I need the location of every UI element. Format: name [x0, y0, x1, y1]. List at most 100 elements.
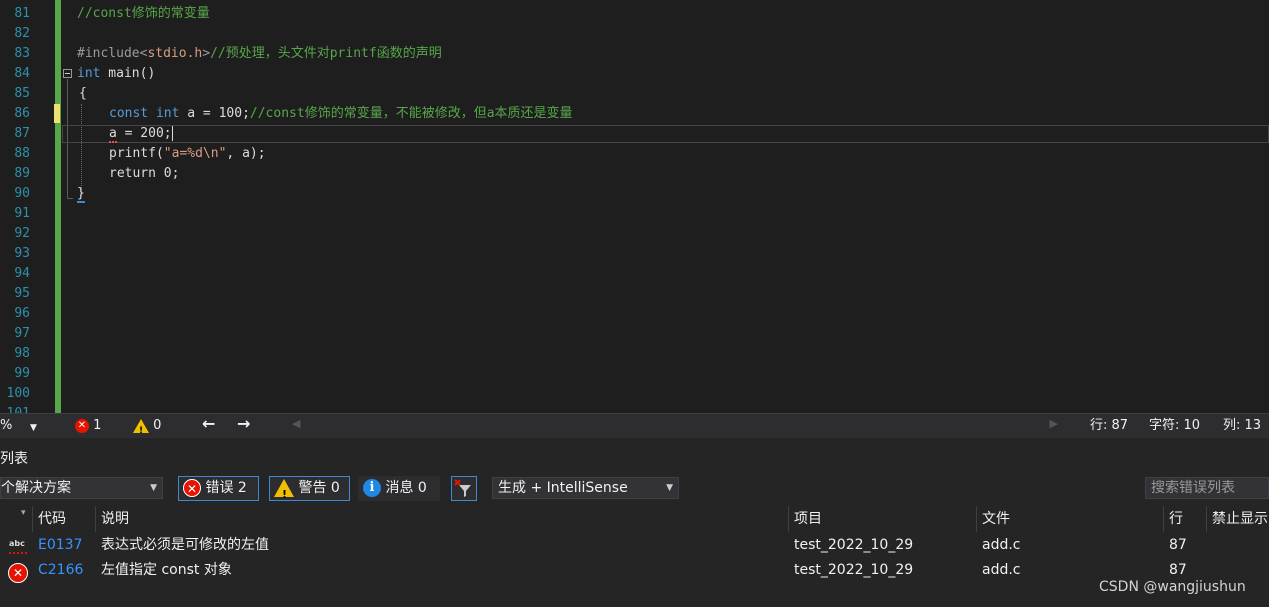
search-error-list-input[interactable]: 搜索错误列表: [1145, 477, 1269, 499]
column-header-suppression[interactable]: 禁止显示: [1207, 506, 1269, 532]
line-number: 95: [14, 286, 30, 301]
unsaved-change-marker: [54, 104, 60, 123]
error-line: 87: [1169, 537, 1187, 553]
line-number: 83: [14, 46, 30, 61]
nav-forward-icon[interactable]: →: [237, 415, 250, 433]
code-line-83: #include<stdio.h>//预处理，头文件对printf函数的声明: [77, 44, 442, 64]
string-literal: "a=%d\n": [163, 146, 227, 161]
error-list-toolbar: 个解决方案 ▼ ✕ 错误 2 ! 警告 0 i 消息 0 生成 + Intelli…: [0, 474, 1269, 504]
line-number: 85: [14, 86, 30, 101]
warnings-filter-button[interactable]: ! 警告 0: [269, 476, 350, 501]
messages-filter-button[interactable]: i 消息 0: [358, 476, 440, 501]
function-signature: main(): [100, 66, 156, 81]
column-header-file[interactable]: 文件: [977, 506, 1164, 532]
collapse-toggle-icon[interactable]: [63, 69, 72, 78]
scroll-left-icon[interactable]: ◀: [292, 417, 300, 430]
error-icon: ✕: [8, 561, 28, 586]
saved-change-bar: [55, 0, 61, 413]
line-number-gutter: 81 82 83 84 85 86 87 88 89 90 91 92 93 9…: [0, 0, 56, 413]
warning-count: 0: [153, 418, 162, 433]
line-number: 87: [14, 126, 30, 141]
column-indicator[interactable]: 列: 13: [1223, 417, 1261, 435]
watermark: CSDN @wangjiushun: [1099, 579, 1246, 595]
error-icon: ✕: [183, 479, 201, 497]
error-count: 1: [93, 418, 102, 433]
horizontal-scrollbar[interactable]: ◀ ▶: [290, 417, 1060, 435]
code-editor[interactable]: 81 82 83 84 85 86 87 88 89 90 91 92 93 9…: [0, 0, 1269, 413]
panel-title: 列表: [0, 451, 28, 467]
build-source-dropdown[interactable]: 生成 + IntelliSense ▼: [492, 477, 679, 499]
comment: //const修饰的常变量: [77, 6, 210, 21]
fold-guide-end: [67, 198, 73, 199]
code-line-86: const int a = 100;//const修饰的常变量，不能被修改，但a…: [109, 104, 573, 124]
table-row[interactable]: ✕ C2166 左值指定 const 对象 test_2022_10_29 ad…: [0, 558, 1269, 583]
arguments: , a);: [226, 146, 266, 161]
zoom-dropdown-icon[interactable]: ▼: [30, 419, 37, 437]
keyword: const: [109, 106, 149, 121]
comment: //const修饰的常变量，不能被修改，但a本质还是变量: [249, 106, 573, 121]
indent-guide: [81, 104, 82, 196]
error-code[interactable]: E0137: [33, 533, 82, 558]
code-line-87: a = 200;: [109, 124, 173, 144]
scroll-right-icon[interactable]: ▶: [1050, 417, 1058, 430]
warning-count-indicator[interactable]: ! 0: [133, 417, 162, 436]
code-line-88: printf("a=%d\n", a);: [109, 144, 266, 164]
line-number: 97: [14, 326, 30, 341]
column-header-description[interactable]: 说明: [96, 506, 789, 532]
line-number: 91: [14, 206, 30, 221]
error-file: add.c: [982, 562, 1021, 578]
column-header-line[interactable]: 行: [1164, 506, 1207, 532]
scope-dropdown[interactable]: 个解决方案 ▼: [0, 477, 163, 499]
error-squiggle-variable[interactable]: a: [109, 126, 117, 143]
sort-column-icon[interactable]: ▾: [0, 506, 33, 532]
error-list-header: ▾ 代码 说明 项目 文件 行 禁止显示: [0, 506, 1269, 532]
info-icon: i: [363, 479, 381, 497]
comment: //预处理，头文件对printf函数的声明: [210, 46, 442, 61]
char-indicator[interactable]: 字符: 10: [1149, 417, 1200, 435]
current-line-highlight: [62, 125, 1269, 143]
zoom-level[interactable]: %: [0, 417, 12, 435]
line-number: 94: [14, 266, 30, 281]
warnings-filter-label: 警告 0: [298, 480, 340, 496]
function-call: printf: [109, 146, 156, 161]
code-line-81: //const修饰的常变量: [77, 4, 210, 24]
include-file: stdio.h: [147, 46, 203, 61]
line-number: 82: [14, 26, 30, 41]
text-caret: [171, 126, 173, 141]
line-number: 100: [6, 386, 30, 401]
keyword: return: [109, 166, 156, 181]
code-line-84: int main(): [77, 64, 155, 84]
error-code[interactable]: C2166: [33, 558, 83, 583]
line-number: 88: [14, 146, 30, 161]
code-line-85: {: [79, 84, 87, 104]
open-brace: {: [79, 86, 87, 101]
messages-filter-label: 消息 0: [385, 480, 427, 496]
warning-icon: !: [274, 479, 294, 501]
error-project: test_2022_10_29: [794, 562, 914, 578]
error-description: 左值指定 const 对象: [101, 562, 232, 578]
error-project: test_2022_10_29: [794, 537, 914, 553]
filter-icon[interactable]: [451, 476, 477, 501]
line-number: 92: [14, 226, 30, 241]
preprocessor-directive: #include: [77, 46, 140, 61]
nav-back-icon[interactable]: ←: [202, 415, 215, 433]
errors-filter-label: 错误 2: [205, 480, 247, 496]
assignment: = 200;: [116, 126, 172, 141]
line-number: 99: [14, 366, 30, 381]
error-count-indicator[interactable]: ✕ 1: [75, 417, 101, 435]
errors-filter-button[interactable]: ✕ 错误 2: [178, 476, 259, 501]
build-source-label: 生成 + IntelliSense: [498, 480, 628, 496]
editor-status-strip: % ▼ ✕ 1 ! 0 ← → ◀ ▶ 行: 87 字符: 10 列: 13: [0, 413, 1269, 438]
declaration: a = 100;: [179, 106, 250, 121]
line-number: 96: [14, 306, 30, 321]
line-indicator[interactable]: 行: 87: [1090, 417, 1128, 435]
line-number: 90: [14, 186, 30, 201]
column-header-code[interactable]: 代码: [33, 506, 96, 532]
line-number: 81: [14, 6, 30, 21]
chevron-down-icon: ▼: [150, 483, 157, 493]
column-header-project[interactable]: 项目: [789, 506, 977, 532]
close-brace: }: [77, 186, 85, 203]
error-icon: ✕: [75, 418, 89, 433]
table-row[interactable]: abc E0137 表达式必须是可修改的左值 test_2022_10_29 a…: [0, 533, 1269, 558]
line-number: 84: [14, 66, 30, 81]
